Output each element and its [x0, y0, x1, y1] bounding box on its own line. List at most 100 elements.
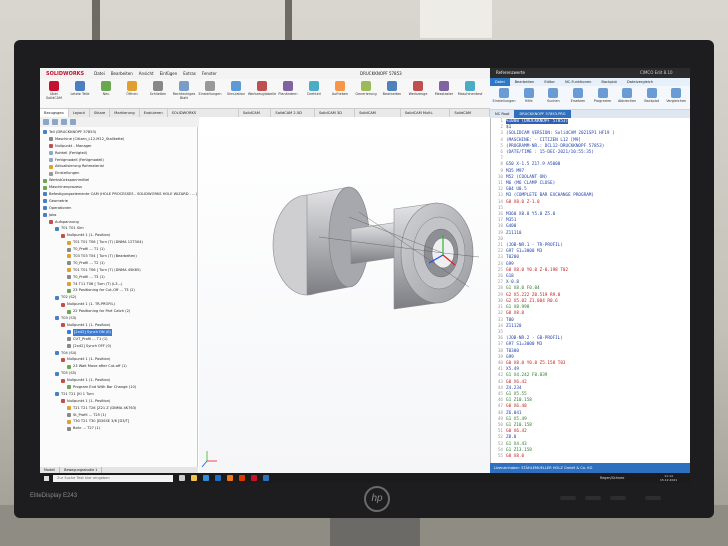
tree-node[interactable]: T30 T21 T30 [EDSSE 3/6 [D3/T]	[40, 418, 197, 425]
editor-ribbon-button[interactable]: Einstellungen	[493, 88, 516, 107]
explorer-icon[interactable]	[191, 475, 197, 481]
tree-node[interactable]: St_Profil ... T25 (1)	[40, 412, 197, 419]
tree-node[interactable]: T03 (S3)	[40, 315, 197, 322]
monitor-button[interactable]	[585, 496, 601, 500]
menu-item[interactable]: Bearbeiten	[111, 71, 133, 76]
command-tab[interactable]: Markierung	[110, 109, 140, 117]
tree-node[interactable]: T04 (S4)	[40, 350, 197, 357]
menu-item[interactable]: Datei	[94, 71, 105, 76]
tree-node[interactable]: T21 T21 [Kl 1 Turn	[40, 391, 197, 398]
tree-node[interactable]: T01 T01 T06 [ Turn (T) (DNMA 45K85)	[40, 267, 197, 274]
edge-icon[interactable]	[203, 475, 209, 481]
ribbon-button[interactable]: Öffnen	[121, 81, 143, 106]
ribbon-button[interactable]: Werkzeugtabelle	[248, 81, 276, 106]
tree-node[interactable]: Einstellungen	[40, 170, 197, 177]
tree-node[interactable]: Maschinenprozess	[40, 184, 197, 191]
tree-node[interactable]: T02 (S2)	[40, 294, 197, 301]
cimco-icon[interactable]	[263, 475, 269, 481]
command-tab[interactable]: SolidCAM Teil	[239, 109, 272, 121]
command-tab[interactable]: SOLIDWORKS Zusatzanwendungen	[168, 109, 239, 121]
menu-item[interactable]: Extras	[183, 71, 196, 76]
tree-node[interactable]: Nullpunkt - Manager	[40, 143, 197, 150]
filter-icon[interactable]	[43, 119, 49, 125]
ribbon-button[interactable]: Aufheben	[329, 81, 351, 106]
properties-icon[interactable]	[52, 119, 58, 125]
ribbon-button[interactable]: Maschinentest	[458, 81, 482, 106]
tree-node[interactable]: Fertigmodell (Fertigmodell)	[40, 157, 197, 164]
tree-node[interactable]: Program End With Bar Change (10)	[40, 384, 197, 391]
menu-item[interactable]: Einfügen	[160, 71, 178, 76]
tree-node[interactable]: Teil (DRUCKKNOPF 57853)	[40, 129, 197, 136]
menu-item[interactable]: Ansicht	[139, 71, 154, 76]
command-tab[interactable]: Layout	[69, 109, 90, 117]
windows-start-icon[interactable]	[44, 475, 49, 481]
ribbon-button[interactable]: Planändern	[277, 81, 299, 106]
display-icon[interactable]	[70, 119, 76, 125]
tree-node[interactable]: 22 Positioning for Part Catch (2)	[40, 308, 197, 315]
tree-node[interactable]: T0_Profil ... T2 (1)	[40, 260, 197, 267]
command-tab[interactable]: SolidCAM Multi-Achsen	[401, 109, 451, 121]
ribbon-button[interactable]: Werkzeuge	[407, 81, 429, 106]
ribbon-button[interactable]: Schließen	[147, 81, 169, 106]
code-line[interactable]: 55 G0 X8.0	[493, 454, 690, 460]
tree-node[interactable]: T01 T01 Sim	[40, 225, 197, 232]
office-icon[interactable]	[239, 475, 245, 481]
tree-node[interactable]: Werkstückspannmittel	[40, 177, 197, 184]
tree-node[interactable]: T4 T11 T06 [ Turn (T) (L3...)	[40, 281, 197, 288]
tree-node[interactable]: Maschine (Citizen_L12-M12_Stallkette)	[40, 136, 197, 143]
editor-ribbon-button[interactable]: Programm	[592, 88, 614, 107]
tree-node[interactable]: T0_Profil ... T3 (1)	[40, 274, 197, 281]
monitor-button[interactable]	[610, 496, 626, 500]
command-tab[interactable]: Evaluieren	[140, 109, 168, 117]
tree-node[interactable]: T0_Profil ... T1 (1)	[40, 246, 197, 253]
command-tab[interactable]: SolidCAM 2.5D Jobs	[271, 109, 315, 121]
editor-ribbon-button[interactable]: Ersetzen	[567, 88, 589, 107]
tree-node[interactable]: Jobs	[40, 212, 197, 219]
ribbon-button[interactable]: Einstellungen	[199, 81, 222, 106]
tree-node[interactable]: 23 Positioning for Cut-Off ... T3 (2)	[40, 287, 197, 294]
tree-node[interactable]: [2x42] Synch ON (0)	[40, 328, 197, 336]
command-tab[interactable]: Skizze	[90, 109, 111, 117]
editor-menu-item[interactable]: Bearbeiten	[510, 78, 540, 86]
power-button[interactable]	[645, 496, 661, 500]
taskbar-clock[interactable]: 11:14 15.12.2021	[660, 474, 677, 482]
editor-ribbon-button[interactable]: Abbrechen	[616, 88, 638, 107]
tree-node[interactable]: Aktualisierung Rohmaterial	[40, 163, 197, 170]
editor-file-tab[interactable]: DRUCKKNOPF 57853.PRG	[514, 110, 571, 118]
command-tab[interactable]: Bezugsgeo	[40, 109, 69, 117]
firefox-icon[interactable]	[227, 475, 233, 481]
view-triad-icon[interactable]	[201, 451, 217, 468]
tree-node[interactable]: T01 T01 T06 [ Turn (T) (DNMA 12T3X4)	[40, 239, 197, 246]
tree-node[interactable]: Bohr ... T27 (1)	[40, 425, 197, 432]
ribbon-button[interactable]: Rechteckiges Blatt	[173, 81, 195, 106]
editor-file-tab[interactable]: NC Root	[490, 110, 514, 118]
editor-menu-item[interactable]: Datei	[490, 78, 510, 86]
editor-menu-item[interactable]: Dateivergleich	[622, 78, 658, 86]
command-tab[interactable]: SolidCAM 3D Jobs	[315, 109, 356, 121]
command-tab[interactable]: SolidCAM Drehen	[450, 109, 490, 121]
tree-node[interactable]: Nullpunkt 1 (1- TR-PROFIL)	[40, 301, 197, 308]
tree-node[interactable]: Operationen	[40, 205, 197, 212]
editor-menu-item[interactable]: NC-Funktionen	[560, 78, 596, 86]
ribbon-button[interactable]: Messtaster	[433, 81, 455, 106]
tree-node[interactable]: Nullpunkt 1 (1- Position)	[40, 322, 197, 329]
tree-node[interactable]: T21 T21 T26 [Z21 Z (DNMA 4K763)	[40, 405, 197, 412]
nc-code-editor[interactable]: 1 %1000 (DRUCKKNOPF 57853) 2 $1 3 (SOLIDCAM V…	[490, 118, 690, 463]
weather-text[interactable]: Regen/Schnee	[600, 473, 624, 483]
editor-ribbon-button[interactable]: Hilfe	[518, 88, 540, 107]
command-tab[interactable]: SolidCAM iMachining	[355, 109, 401, 121]
tree-node[interactable]: Befestigungselemente CAM (HOLE PROCESSES…	[40, 191, 197, 198]
tree-node[interactable]: Rohteil (Fertigteil)	[40, 150, 197, 157]
editor-menu-item[interactable]: Backplot	[596, 78, 622, 86]
tree-node[interactable]: Aufspannung	[40, 219, 197, 226]
ribbon-button[interactable]: Drehteil	[303, 81, 325, 106]
taskbar-search[interactable]: Zur Suche Text hier eingeben	[53, 474, 173, 482]
editor-ribbon-button[interactable]: Vergleichen	[665, 88, 687, 107]
editor-menu-item[interactable]: Editor	[539, 78, 560, 86]
tree-node[interactable]: T03 T03 T04 [ Turn (T) (Bearbeiten)	[40, 253, 197, 260]
ribbon-button[interactable]: Generierung	[355, 81, 377, 106]
outlook-icon[interactable]	[215, 475, 221, 481]
monitor-button[interactable]	[560, 496, 576, 500]
3d-viewport[interactable]	[199, 117, 490, 473]
tree-node[interactable]: Nullpunkt 1 (1- Position)	[40, 232, 197, 239]
